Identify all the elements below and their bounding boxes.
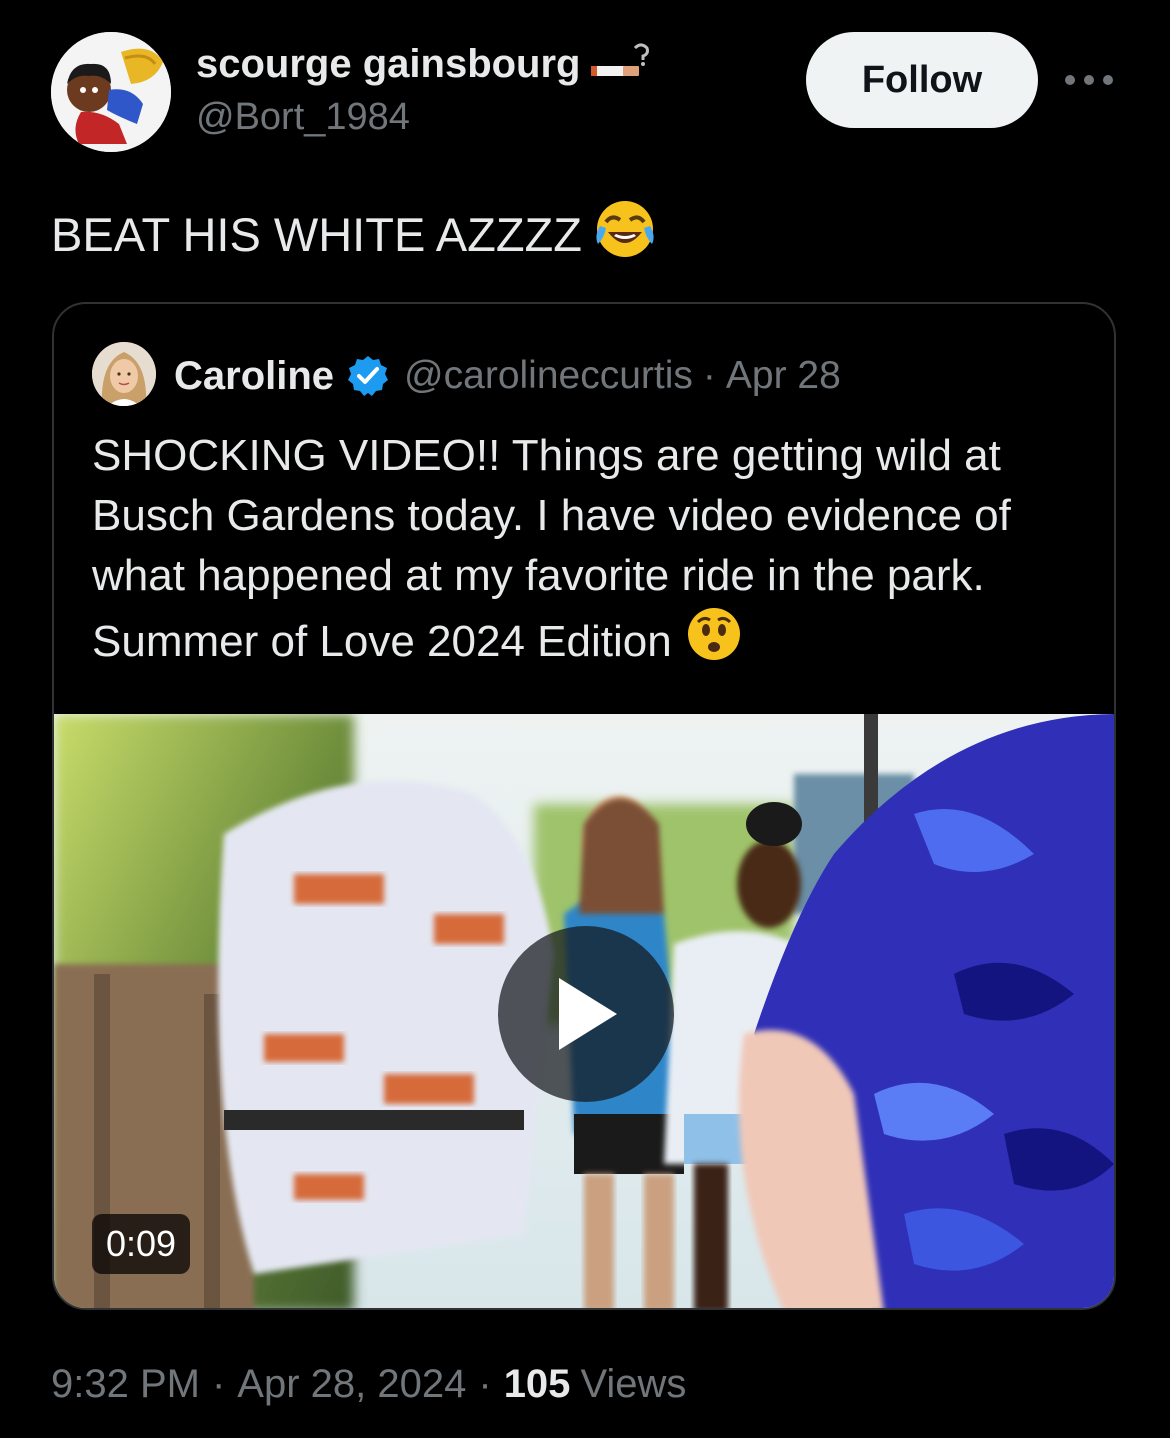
author-display-name[interactable]: scourge gainsbourg bbox=[196, 42, 581, 87]
cigarette-icon bbox=[589, 40, 653, 89]
author-name-row: scourge gainsbourg bbox=[196, 36, 653, 92]
tweet-text: BEAT HIS WHITE AZZZZ bbox=[51, 208, 582, 261]
quoted-text-line-last: Summer of Love 2024 Edition bbox=[92, 606, 1092, 678]
quoted-header: Caroline @carolineccurtis · Apr 28 bbox=[174, 348, 841, 404]
quoted-date[interactable]: Apr 28 bbox=[726, 354, 841, 398]
tweet-meta: 9:32 PM · Apr 28, 2024 · 105 Views bbox=[51, 1362, 686, 1407]
author-avatar[interactable] bbox=[51, 32, 171, 152]
author-handle[interactable]: @Bort_1984 bbox=[196, 96, 410, 139]
views-count: 105 bbox=[503, 1362, 571, 1406]
separator-dot: · bbox=[478, 1362, 492, 1406]
views-label: Views bbox=[580, 1362, 687, 1406]
separator-dot: · bbox=[702, 354, 716, 397]
quoted-text-line: what happened at my favorite ride in the… bbox=[92, 551, 985, 600]
quoted-text-line: Busch Gardens today. I have video eviden… bbox=[92, 491, 1011, 540]
tweet-text-row: BEAT HIS WHITE AZZZZ bbox=[51, 198, 656, 271]
face-with-tears-of-joy-icon bbox=[594, 198, 656, 271]
worried-face-icon bbox=[686, 606, 742, 678]
quoted-author-avatar[interactable] bbox=[92, 342, 156, 406]
quoted-text-line: SHOCKING VIDEO!! Things are getting wild… bbox=[92, 431, 1001, 480]
more-options-icon[interactable] bbox=[1064, 62, 1114, 98]
play-icon bbox=[559, 978, 617, 1050]
video-duration: 0:09 bbox=[92, 1214, 191, 1274]
separator-dot: · bbox=[211, 1362, 226, 1406]
verified-badge-icon bbox=[346, 354, 390, 398]
tweet-time[interactable]: 9:32 PM bbox=[51, 1362, 200, 1407]
tweet-date[interactable]: Apr 28, 2024 bbox=[237, 1362, 466, 1407]
quoted-tweet-card[interactable]: Caroline @carolineccurtis · Apr 28 SHOCK… bbox=[52, 302, 1116, 1310]
quoted-display-name[interactable]: Caroline bbox=[174, 354, 334, 399]
video-player[interactable]: 0:09 bbox=[54, 714, 1114, 1308]
quoted-text: SHOCKING VIDEO!! Things are getting wild… bbox=[92, 426, 1092, 678]
quoted-text-line-content: Summer of Love 2024 Edition bbox=[92, 617, 672, 666]
quoted-handle[interactable]: @carolineccurtis bbox=[404, 354, 693, 398]
play-button[interactable] bbox=[498, 926, 674, 1102]
follow-button[interactable]: Follow bbox=[806, 32, 1038, 128]
